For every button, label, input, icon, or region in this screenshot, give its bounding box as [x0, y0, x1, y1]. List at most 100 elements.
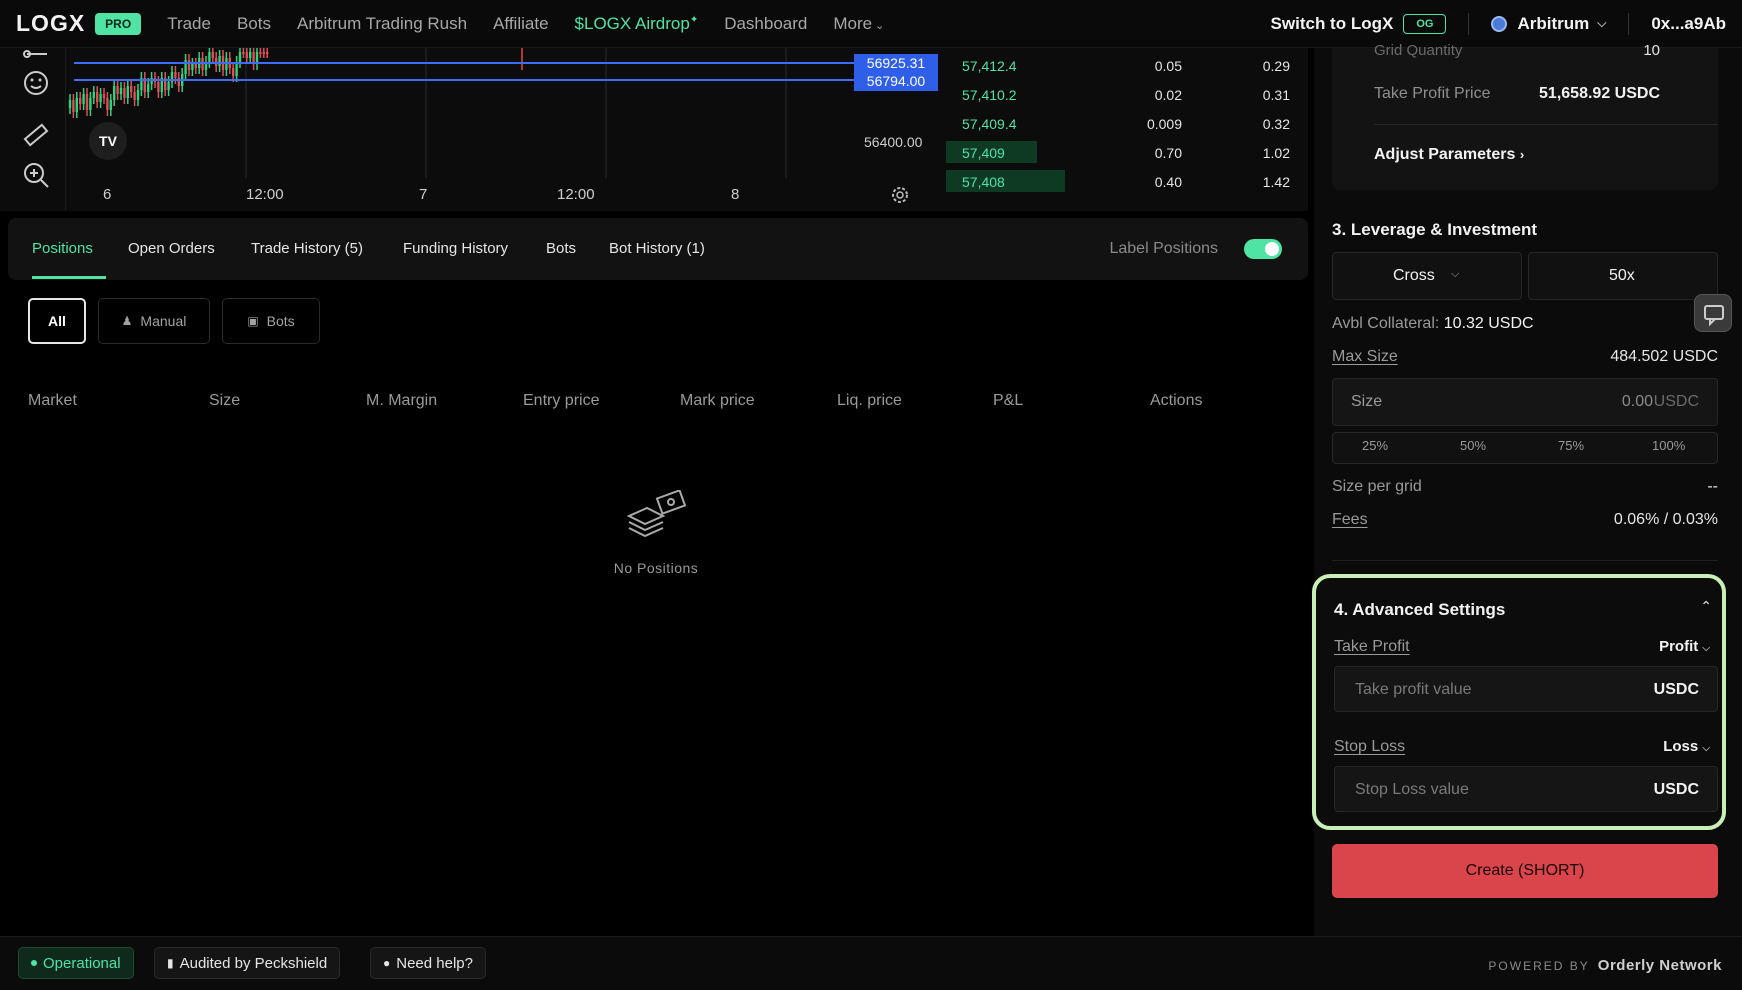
emoji-icon[interactable] — [21, 68, 51, 98]
candle-body — [96, 92, 99, 102]
og-badge: OG — [1403, 13, 1447, 34]
price-chart[interactable]: 56925.31 56794.00 56400.00 TV 6 12:00 7 … — [0, 48, 946, 211]
margin-mode-select[interactable]: Cross ⌵ — [1332, 252, 1522, 300]
zoom-in-icon[interactable] — [21, 160, 51, 190]
take-profit-type-select[interactable]: Profit ⌵ — [1659, 638, 1710, 655]
tab-open-orders[interactable]: Open Orders — [128, 240, 215, 257]
filter-all-button[interactable]: All — [28, 298, 86, 344]
percent-100[interactable]: 100% — [1652, 438, 1685, 453]
nav-airdrop[interactable]: $LOGX Airdrop✦ — [575, 14, 699, 34]
leverage-value: 50x — [1609, 267, 1635, 284]
active-tab-underline — [32, 276, 106, 279]
orderbook-qty: 0.02 — [1154, 87, 1182, 103]
pro-badge: PRO — [95, 12, 142, 35]
price-axis-label: 56400.00 — [864, 134, 923, 150]
leverage-select[interactable]: 50x — [1528, 252, 1718, 300]
filter-manual-label: Manual — [140, 313, 187, 329]
chevron-down-icon: ⌵ — [1451, 268, 1460, 280]
adjust-parameters-link[interactable]: Adjust Parameters › — [1374, 146, 1524, 164]
candle-body — [116, 86, 119, 94]
empty-state-text: No Positions — [613, 560, 699, 576]
candle-body — [225, 58, 228, 70]
wallet-address[interactable]: 0x...a9Ab — [1651, 14, 1726, 34]
money-stack-icon — [626, 490, 687, 538]
chevron-down-icon: ⌵ — [1702, 743, 1710, 754]
chat-icon[interactable] — [1694, 294, 1732, 332]
order-line-upper[interactable] — [74, 62, 854, 64]
gear-icon[interactable] — [890, 185, 910, 205]
max-size-label[interactable]: Max Size — [1332, 348, 1398, 366]
percent-25[interactable]: 25% — [1362, 438, 1388, 453]
chevron-down-icon: ⌵ — [1702, 643, 1710, 654]
orderly-network-logo[interactable]: Orderly Network — [1598, 957, 1722, 974]
candle-body — [208, 52, 211, 62]
percent-75[interactable]: 75% — [1558, 438, 1584, 453]
orderbook-row[interactable]: 57,408 0.40 1.42 — [946, 169, 1308, 193]
tab-positions[interactable]: Positions — [32, 240, 93, 257]
tab-bots[interactable]: Bots — [546, 240, 576, 257]
size-per-grid-label: Size per grid — [1332, 478, 1422, 495]
nav-affiliate[interactable]: Affiliate — [493, 14, 548, 34]
filter-all-label: All — [48, 313, 66, 329]
audited-badge[interactable]: ▮ Audited by Peckshield — [154, 947, 341, 979]
nav-trade[interactable]: Trade — [167, 14, 211, 34]
candle-body — [211, 52, 214, 58]
candle-body — [262, 52, 265, 54]
orderbook-row[interactable]: 57,409 0.70 1.02 — [946, 140, 1308, 164]
candle-body — [194, 64, 197, 68]
adjust-parameters-label: Adjust Parameters — [1374, 146, 1516, 163]
tab-trade-history[interactable]: Trade History (5) — [251, 240, 363, 257]
orderbook-price: 57,409 — [962, 145, 1005, 161]
orderbook-row[interactable]: 57,410.2 0.02 0.31 — [946, 82, 1308, 106]
status-badge[interactable]: Operational — [18, 947, 134, 979]
orderbook-row[interactable]: 57,409.4 0.009 0.32 — [946, 111, 1308, 135]
column-market: Market — [28, 392, 77, 409]
avbl-collateral-label: Avbl Collateral: — [1332, 315, 1440, 332]
avbl-collateral-value: 10.32 USDC — [1443, 315, 1534, 332]
column-entry-price: Entry price — [523, 392, 600, 409]
nav-bots[interactable]: Bots — [237, 14, 271, 34]
take-profit-input[interactable]: Take profit value USDC — [1334, 666, 1718, 712]
take-profit-label[interactable]: Take Profit — [1334, 638, 1410, 656]
orderbook-total: 0.29 — [1262, 58, 1290, 74]
label-positions-toggle[interactable] — [1244, 239, 1282, 259]
candle-body — [106, 98, 109, 110]
orderbook-row[interactable]: 57,412.4 0.05 0.29 — [946, 53, 1308, 77]
tab-bot-history[interactable]: Bot History (1) — [609, 240, 705, 257]
price-tag-lower: 56794.00 — [854, 72, 938, 91]
label-positions-label: Label Positions — [1109, 240, 1218, 257]
candle-body — [89, 98, 92, 110]
percent-50[interactable]: 50% — [1460, 438, 1486, 453]
filter-manual-button[interactable]: ♟ Manual — [98, 298, 210, 344]
candle-body — [249, 52, 252, 58]
order-line-lower[interactable] — [74, 79, 854, 81]
switch-to-logx-link[interactable]: Switch to LogX — [1271, 14, 1394, 34]
advanced-settings-title: 4. Advanced Settings — [1334, 600, 1506, 619]
orderbook-qty: 0.40 — [1154, 174, 1182, 190]
positions-panel: Positions Open Orders Trade History (5) … — [0, 218, 1308, 936]
stop-loss-type-select[interactable]: Loss ⌵ — [1663, 738, 1710, 755]
fees-label[interactable]: Fees — [1332, 511, 1368, 529]
shield-icon: ▮ — [167, 956, 174, 970]
candle-body — [167, 82, 170, 90]
stop-loss-type-value: Loss — [1663, 738, 1699, 755]
ruler-icon[interactable] — [21, 120, 51, 150]
tab-funding-history[interactable]: Funding History — [403, 240, 508, 257]
logo[interactable]: LOGX — [16, 10, 85, 37]
tradingview-logo[interactable]: TV — [89, 122, 127, 160]
need-help-button[interactable]: ● Need help? — [370, 947, 486, 979]
size-input[interactable]: Size 0.00 USDC — [1332, 378, 1718, 426]
nav-more[interactable]: More — [833, 14, 884, 34]
nav-arbitrum-trading-rush[interactable]: Arbitrum Trading Rush — [297, 14, 467, 34]
create-short-button[interactable]: Create (SHORT) — [1332, 844, 1718, 898]
time-axis-label: 12:00 — [246, 186, 284, 203]
orderbook-qty: 0.70 — [1154, 145, 1182, 161]
column-size: Size — [209, 392, 241, 409]
chain-selector[interactable]: Arbitrum ⌵ — [1491, 14, 1606, 34]
filter-bots-button[interactable]: ▣ Bots — [222, 298, 320, 344]
stop-loss-input[interactable]: Stop Loss value USDC — [1334, 766, 1718, 812]
chevron-up-icon[interactable]: ⌃ — [1700, 598, 1712, 615]
nav-dashboard[interactable]: Dashboard — [724, 14, 807, 34]
stop-loss-label[interactable]: Stop Loss — [1334, 738, 1405, 756]
time-axis-label: 7 — [419, 186, 428, 203]
